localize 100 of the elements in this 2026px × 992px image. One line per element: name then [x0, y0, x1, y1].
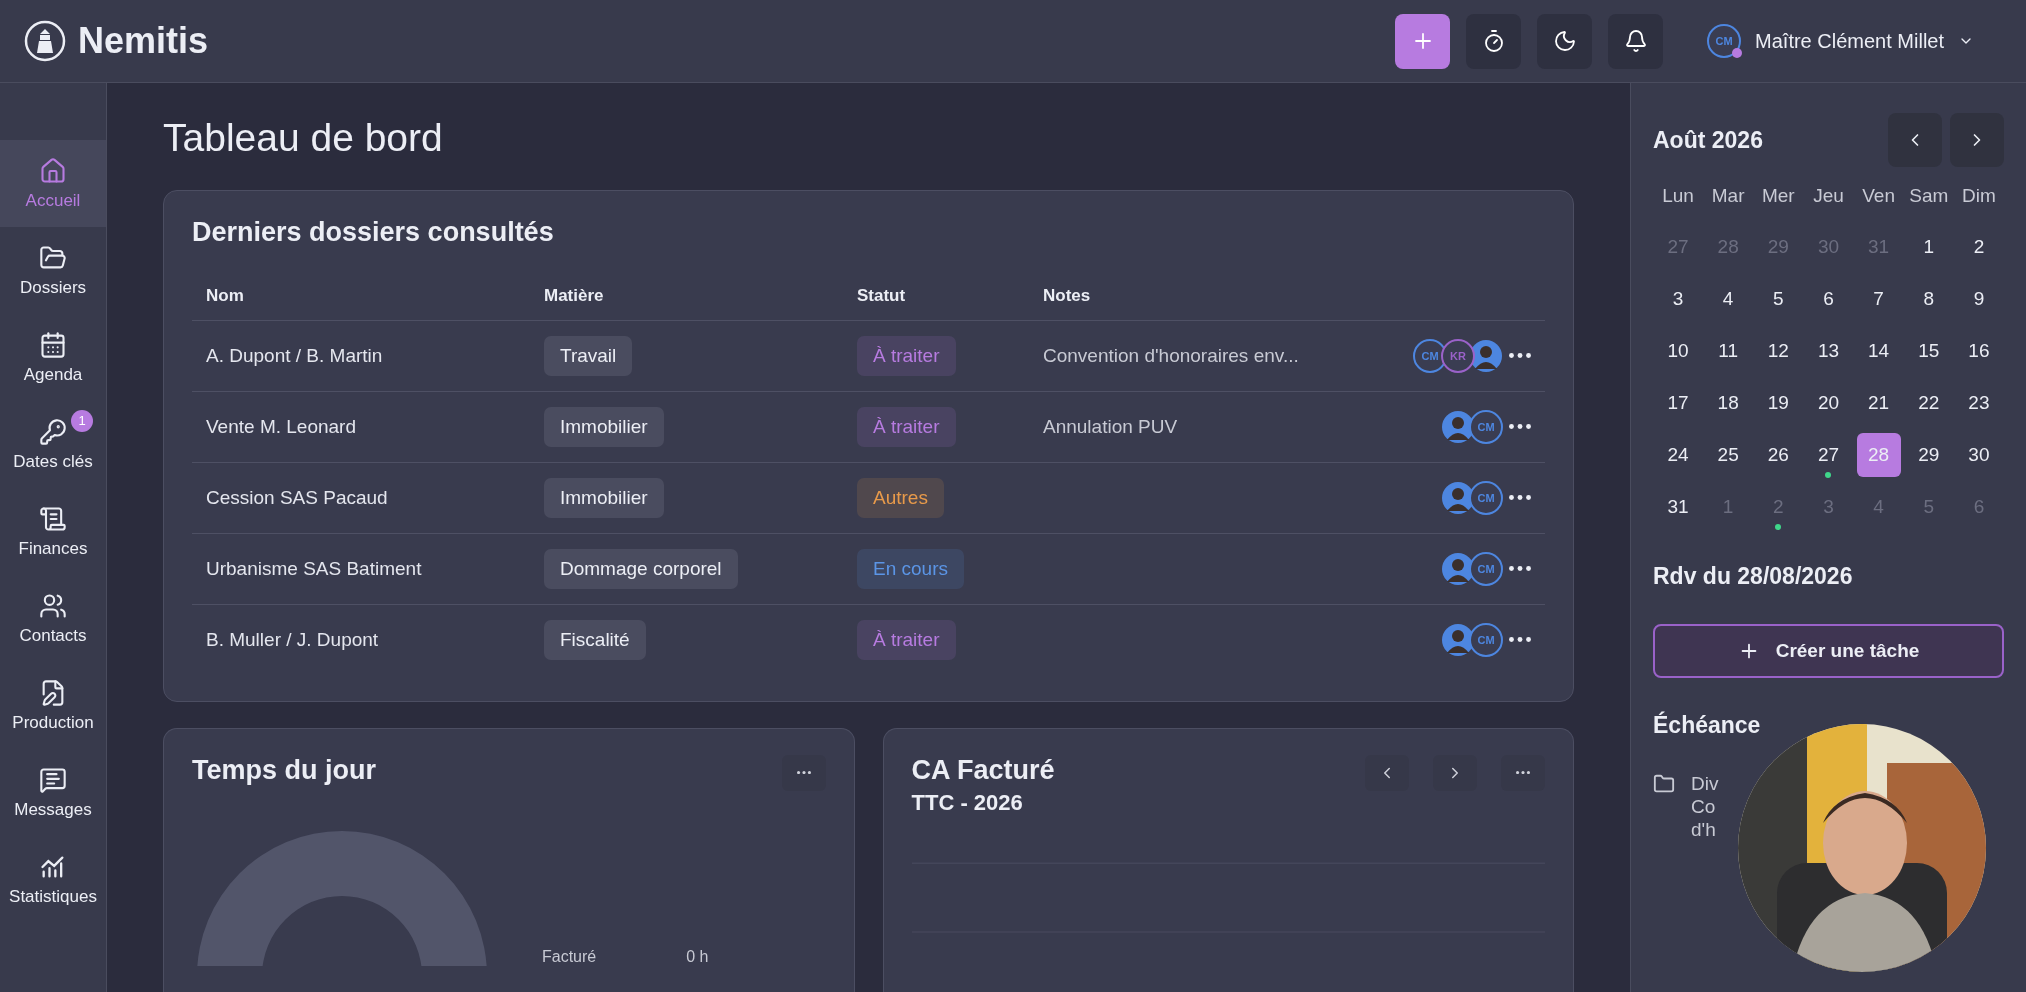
calendar-day[interactable]: 14 [1856, 329, 1901, 373]
calendar-day[interactable]: 7 [1856, 277, 1901, 321]
card-title: Temps du jour [192, 754, 376, 786]
weekday-label: Dim [1961, 184, 1997, 208]
section-title: Échéance [1653, 712, 1762, 739]
subject-tag: Dommage corporel [544, 548, 738, 589]
calendar-day[interactable]: 23 [1956, 381, 2001, 425]
subject-tag: Immobilier [544, 406, 664, 447]
more-icon [1509, 353, 1531, 359]
bell-icon [1623, 29, 1648, 53]
more-icon [1516, 771, 1530, 775]
weekday-label: Jeu [1812, 184, 1845, 208]
note-text: Convention d'honoraires env... [1043, 344, 1300, 367]
calendar-day[interactable]: 26 [1756, 433, 1801, 477]
deadline-text: Div Co d'h [1691, 773, 1719, 842]
initials-avatar: CM [1469, 409, 1503, 444]
weekday-label: Mer [1760, 184, 1796, 208]
calendar-day[interactable]: 27 [1806, 433, 1851, 477]
calendar-day[interactable]: 15 [1906, 329, 1951, 373]
nav-item[interactable]: Agenda [0, 314, 106, 401]
initials-avatar: KR [1441, 338, 1475, 373]
timer-button[interactable] [1466, 13, 1522, 69]
file-name[interactable]: A. Dupont / B. Martin [206, 344, 544, 367]
weekday-label: Ven [1861, 184, 1896, 208]
calendar-day[interactable]: 29 [1906, 433, 1951, 477]
subject-tag: Immobilier [544, 477, 664, 518]
calendar-day[interactable]: 21 [1856, 381, 1901, 425]
calendar-day[interactable]: 30 [1956, 433, 2001, 477]
more-icon [1509, 424, 1531, 430]
calendar-day[interactable]: 24 [1656, 433, 1700, 477]
calendar-day[interactable]: 3 [1656, 277, 1700, 321]
calendar-day[interactable]: 13 [1806, 329, 1851, 373]
card-title: Derniers dossiers consultés [192, 216, 555, 248]
nav-item[interactable]: Production [0, 662, 106, 749]
moon-icon [1552, 29, 1577, 53]
calendar-icon [39, 330, 67, 359]
calendar-day[interactable]: 20 [1806, 381, 1851, 425]
calendar-day[interactable]: 12 [1756, 329, 1801, 373]
more-icon [1509, 637, 1531, 643]
more-icon [1509, 566, 1531, 572]
nav-item[interactable]: Contacts [0, 575, 106, 662]
legend-value: 0 h [686, 948, 709, 966]
file-name[interactable]: Urbanisme SAS Batiment [206, 557, 544, 580]
status-tag: À traiter [857, 406, 956, 447]
card-subtitle: TTC - 2026 [911, 789, 1024, 816]
nav-item[interactable]: Statistiques [0, 836, 106, 923]
nav-item[interactable]: Messages [0, 749, 106, 836]
column-header: Nom [206, 285, 245, 306]
count-badge: 1 [71, 409, 93, 432]
folder-icon [1653, 773, 1675, 795]
file-name[interactable]: Cession SAS Pacaud [206, 486, 544, 509]
calendar-day[interactable]: 18 [1706, 381, 1751, 425]
calendar-day[interactable]: 22 [1906, 381, 1951, 425]
nav-item[interactable]: Finances [0, 488, 106, 575]
calendar-day[interactable]: 25 [1706, 433, 1751, 477]
create-task-button[interactable]: Créer une tâche [1653, 624, 2004, 678]
key-icon [39, 417, 67, 446]
column-header: Notes [1043, 285, 1092, 306]
more-icon [796, 771, 811, 775]
more-icon [1509, 495, 1531, 501]
calendar-day[interactable]: 6 [1806, 277, 1851, 321]
file-name[interactable]: Vente M. Leonard [206, 415, 544, 438]
subject-tag: Fiscalité [544, 619, 646, 660]
status-tag: À traiter [857, 335, 956, 376]
status-tag: Autres [857, 477, 944, 518]
initials-avatar: CM [1469, 622, 1503, 657]
nav-item[interactable]: Dossiers [0, 227, 106, 314]
calendar-day[interactable]: 10 [1656, 329, 1700, 373]
receipt-icon [39, 504, 67, 533]
calendar-day[interactable]: 31 [1656, 485, 1700, 529]
nav-item[interactable]: 1 Dates clés [0, 401, 106, 488]
calendar-day[interactable]: 8 [1906, 277, 1951, 321]
legend-label: Facturé [542, 948, 597, 966]
calendar-day[interactable]: 17 [1656, 381, 1700, 425]
status-tag: En cours [857, 548, 964, 589]
note-text: Annulation PUV [1043, 415, 1179, 438]
weekday-label: Mar [1710, 184, 1746, 208]
add-button[interactable] [1395, 13, 1451, 69]
calendar-day[interactable]: 2 [1956, 225, 2001, 269]
calendar-day[interactable]: 11 [1706, 329, 1751, 373]
card-title: CA Facturé [911, 754, 1055, 786]
weekday-label: Sam [1908, 184, 1950, 208]
calendar-day[interactable]: 9 [1956, 277, 2001, 321]
theme-button[interactable] [1537, 13, 1593, 69]
status-tag: À traiter [857, 619, 956, 660]
calendar-day[interactable]: 5 [1756, 277, 1801, 321]
home-icon [39, 156, 67, 185]
initials-avatar: CM [1469, 480, 1503, 515]
people-icon [39, 591, 67, 620]
calendar-day[interactable]: 1 [1906, 225, 1951, 269]
message-icon [39, 765, 67, 794]
subject-tag: Travail [544, 335, 633, 376]
column-header: Statut [857, 285, 907, 306]
file-name[interactable]: B. Muller / J. Dupont [206, 628, 544, 651]
calendar-day[interactable]: 4 [1706, 277, 1751, 321]
page-title: Tableau de bord [163, 115, 444, 161]
user-menu[interactable]: CM Maître Clément Millet [1699, 24, 1982, 58]
calendar-day[interactable]: 19 [1756, 381, 1801, 425]
notifications-button[interactable] [1608, 13, 1664, 69]
calendar-day[interactable]: 16 [1956, 329, 2001, 373]
